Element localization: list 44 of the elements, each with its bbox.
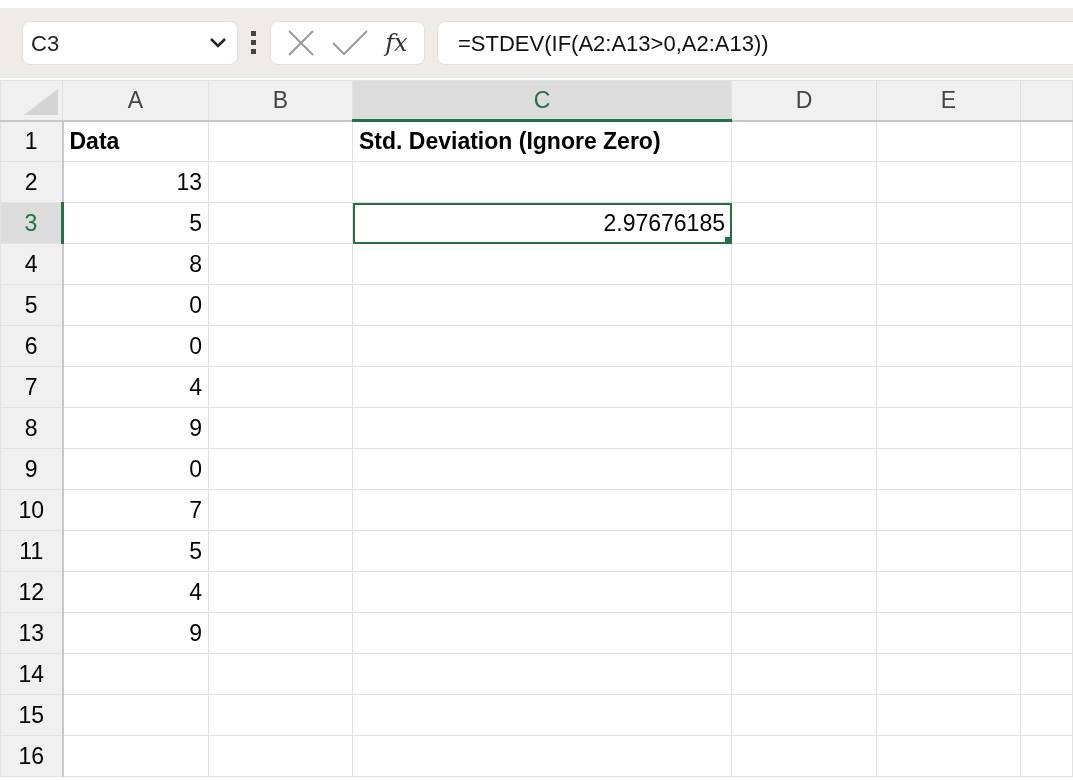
table-cell[interactable]: 4	[62, 571, 209, 613]
table-cell[interactable]: 2.97676185	[352, 202, 732, 244]
formula-field[interactable]: =STDEV(IF(A2:A13>0,A2:A13))	[437, 21, 1073, 65]
row-header[interactable]: 13	[0, 612, 63, 654]
insert-function-button[interactable]: fx	[385, 25, 408, 61]
table-cell[interactable]: 13	[62, 161, 209, 203]
table-cell[interactable]: 5	[62, 530, 209, 572]
row-header[interactable]: 15	[0, 694, 63, 736]
cancel-icon[interactable]	[287, 29, 316, 57]
column-header[interactable]: C	[352, 80, 732, 121]
table-cell[interactable]: 9	[62, 407, 209, 449]
row-header[interactable]: 11	[0, 530, 63, 572]
row-header[interactable]: 4	[0, 243, 63, 285]
table-cell[interactable]: 4	[62, 366, 209, 408]
row-header[interactable]: 10	[0, 489, 63, 531]
row-header[interactable]: 9	[0, 448, 63, 490]
table-cell[interactable]: Std. Deviation (Ignore Zero)	[352, 120, 732, 162]
table-cell[interactable]: 0	[62, 448, 209, 490]
table-cell[interactable]: 0	[62, 325, 209, 367]
row-header[interactable]: 2	[0, 161, 63, 203]
row-header[interactable]: 6	[0, 325, 63, 367]
row-header[interactable]: 8	[0, 407, 63, 449]
row-header[interactable]: 14	[0, 653, 63, 695]
row-header[interactable]: 3	[0, 202, 63, 244]
table-cell[interactable]: Data	[62, 120, 209, 162]
name-box[interactable]: C3	[22, 21, 238, 65]
row-header[interactable]: 7	[0, 366, 63, 408]
column-header[interactable]: B	[208, 80, 353, 121]
row-header[interactable]: 5	[0, 284, 63, 326]
column-header[interactable]: E	[876, 80, 1021, 121]
fill-handle[interactable]	[725, 237, 731, 243]
chevron-down-icon	[209, 37, 227, 49]
row-header[interactable]: 12	[0, 571, 63, 613]
row-header[interactable]: 1	[0, 120, 63, 162]
table-cell[interactable]: 5	[62, 202, 209, 244]
more-options-icon[interactable]	[250, 30, 258, 56]
column-header[interactable]: D	[731, 80, 877, 121]
column-header[interactable]: A	[62, 80, 209, 121]
check-icon[interactable]	[332, 30, 369, 56]
table-cell[interactable]: 9	[62, 612, 209, 654]
table-cell[interactable]: 7	[62, 489, 209, 531]
table-cell[interactable]: 0	[62, 284, 209, 326]
table-cell[interactable]: 8	[62, 243, 209, 285]
row-header[interactable]: 16	[0, 735, 63, 777]
